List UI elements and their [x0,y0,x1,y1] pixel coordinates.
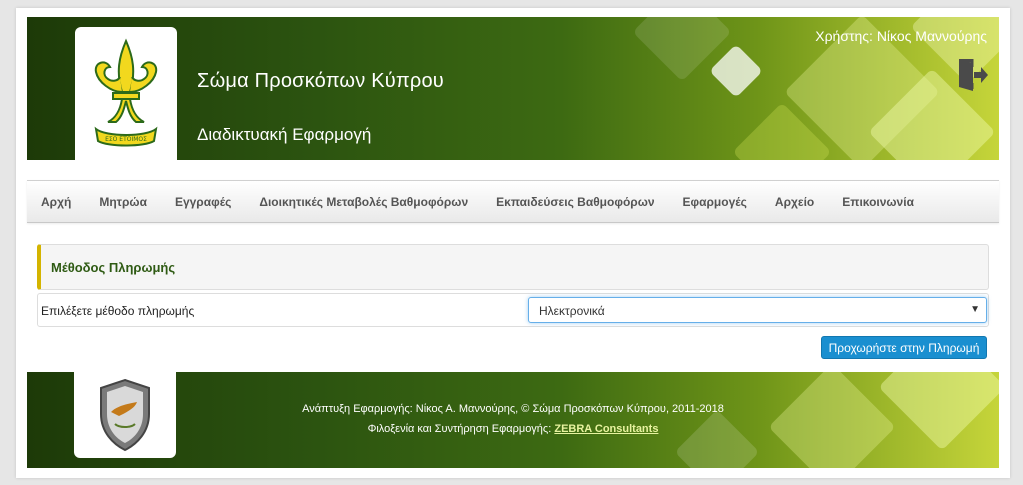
site-subtitle: Διαδικτυακή Εφαρμογή [197,125,372,144]
shield-icon [100,378,150,452]
panel-heading: Μέθοδος Πληρωμής [37,244,989,290]
decorative-diamond [674,409,760,468]
decorative-diamond [768,372,896,468]
footer-hosting: Φιλοξενία και Συντήρηση Εφαρμογής: ZEBRA… [27,423,999,435]
main-nav: Αρχή Μητρώα Εγγραφές Διοικητικές Μεταβολ… [27,180,999,223]
site-title: Σώμα Προσκόπων Κύπρου [197,70,444,92]
site-header: ΕΣΟ ΕΤΟΙΜΟΣ Σώμα Προσκόπων Κύπρου Διαδικ… [27,17,999,160]
payment-method-value: Ηλεκτρονικά [539,304,605,318]
footer-hosting-label: Φιλοξενία και Συντήρηση Εφαρμογής: [367,423,552,435]
nav-item-registrations[interactable]: Εγγραφές [175,195,231,209]
payment-method-row: Επιλέξετε μέθοδο πληρωμής Ηλεκτρονικά ▼ [37,293,989,327]
nav-item-admin-changes[interactable]: Διοικητικές Μεταβολές Βαθμοφόρων [259,195,468,209]
fleur-de-lis-icon: ΕΣΟ ΕΤΟΙΜΟΣ [94,38,158,146]
logout-button[interactable] [957,57,989,93]
nav-item-applications[interactable]: Εφαρμογές [683,195,747,209]
nav-item-registries[interactable]: Μητρώα [99,195,147,209]
logout-icon [959,59,988,91]
decorative-diamond [709,44,763,98]
zebra-consultants-link[interactable]: ZEBRA Consultants [554,423,658,435]
nav-item-contact[interactable]: Επικοινωνία [842,195,914,209]
nav-item-trainings[interactable]: Εκπαιδεύσεις Βαθμοφόρων [496,195,654,209]
footer-logo [74,372,176,458]
svg-text:ΕΣΟ ΕΤΟΙΜΟΣ: ΕΣΟ ΕΤΟΙΜΟΣ [105,136,147,143]
user-label: Χρήστης: Νίκος Μαννούρης [815,28,987,44]
payment-method-select[interactable]: Ηλεκτρονικά ▼ [528,297,987,323]
payment-method-label: Επιλέξετε μέθοδο πληρωμής [41,304,195,318]
page: ΕΣΟ ΕΤΟΙΜΟΣ Σώμα Προσκόπων Κύπρου Διαδικ… [16,8,1010,478]
nav-item-home[interactable]: Αρχή [41,195,71,209]
footer-credits: Ανάπτυξη Εφαρμογής: Νίκος Α. Μαννούρης, … [302,403,724,415]
nav-item-archive[interactable]: Αρχείο [775,195,814,209]
site-footer: Ανάπτυξη Εφαρμογής: Νίκος Α. Μαννούρης, … [27,372,999,468]
proceed-to-payment-button[interactable]: Προχωρήστε στην Πληρωμή [821,336,987,359]
caret-down-icon: ▼ [970,304,980,315]
panel-title: Μέθοδος Πληρωμής [51,259,176,275]
scouts-logo: ΕΣΟ ΕΤΟΙΜΟΣ [75,27,177,160]
